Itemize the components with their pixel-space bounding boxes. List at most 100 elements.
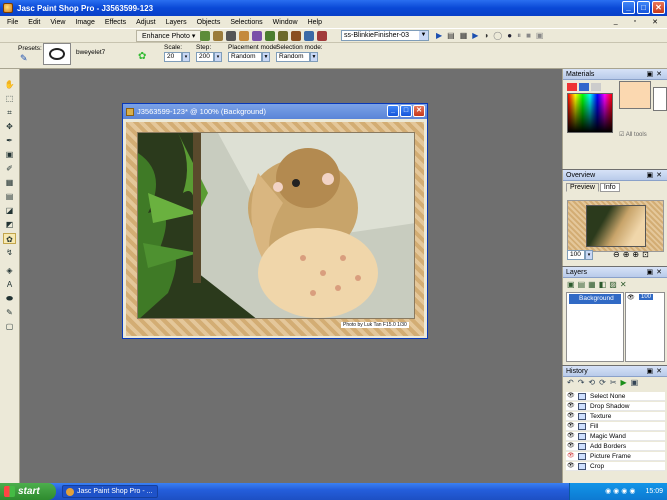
layer-row-background[interactable]: Background [569,294,621,304]
brush-preset-icon[interactable]: ✎ [20,53,28,64]
history-item[interactable]: 👁 Magic Wand [566,432,665,441]
retouch-tool-icon[interactable]: ▦ [3,177,16,188]
redo-icon[interactable]: ↷ [578,378,585,387]
air-brush-icon[interactable]: ↯ [3,247,16,258]
save-history-icon[interactable]: ▶ [621,378,627,387]
layer-visibility-icon[interactable]: 👁 [627,294,635,301]
image-minimize-button[interactable]: _ [387,105,399,117]
pan-tool-icon[interactable]: ✋ [3,79,16,90]
menu-view[interactable]: View [45,19,70,26]
new-layer-icon[interactable]: ▣ [567,280,575,289]
maximize-button[interactable]: □ [637,1,650,14]
overview-thumbnail[interactable] [567,200,664,252]
image-window[interactable]: J3563599-123* @ 100% (Background) _ □ ✕ [122,103,428,339]
foreground-swatch[interactable] [619,81,651,109]
layer-opacity[interactable]: 100 [639,294,654,300]
menu-help[interactable]: Help [303,19,327,26]
tray-icons[interactable]: ◉◉◉◉ [605,488,637,495]
all-tools-checkbox[interactable]: ☑ All tools [619,131,647,138]
chevron-down-icon[interactable]: ▼ [262,52,270,62]
new-vector-layer-icon[interactable]: ▤ [578,280,586,289]
save-script-icon[interactable]: ▣ [536,31,544,41]
image-canvas[interactable]: Photo by Luk Tan F15.0 1/30 [126,122,424,336]
zoom-spinner[interactable]: ▾ [585,250,593,260]
text-tool-icon[interactable]: A [3,279,16,290]
record-script-icon[interactable]: ● [507,31,512,41]
enhance-photo-button[interactable]: Enhance Photo ▾ [136,30,202,42]
panel-controls-icon[interactable]: ▣✕ [647,366,665,377]
color-balance-icon[interactable] [200,31,210,41]
stop-record-icon[interactable]: ■ [526,31,531,41]
frame-swatch-icon[interactable] [567,83,577,91]
swatches-tab-icon[interactable] [591,83,601,91]
image-window-title-bar[interactable]: J3563599-123* @ 100% (Background) [123,104,427,119]
selection-mode-select[interactable]: Random [276,52,310,62]
preset-shape-icon[interactable]: ⬬ [3,293,16,304]
history-item[interactable]: 👁 Add Borders [566,442,665,451]
menu-selections[interactable]: Selections [225,19,267,26]
pause-icon[interactable]: ⏸ [517,31,521,41]
flood-fill-icon[interactable]: ◈ [3,265,16,276]
tree-icon[interactable] [278,31,288,41]
landscape-icon[interactable] [265,31,275,41]
scale-spinner[interactable]: ▾ [182,52,190,62]
move-tool-icon[interactable]: ✥ [3,121,16,132]
rainbow-tab-icon[interactable] [579,83,589,91]
zoom-input[interactable]: 100 [567,250,585,260]
history-item[interactable]: 👁 Crop [566,462,665,471]
history-item[interactable]: 👁 Picture Frame [566,452,665,461]
menu-layers[interactable]: Layers [161,19,192,26]
object-selector-icon[interactable]: ▢ [3,321,16,332]
redo-to-icon[interactable]: ⟳ [599,378,606,387]
menu-window[interactable]: Window [268,19,303,26]
close-button[interactable]: ✕ [652,1,665,14]
history-options-icon[interactable]: ▣ [631,378,639,387]
tab-info[interactable]: Info [599,183,620,192]
run-script-icon[interactable]: ▶ [436,31,442,41]
chevron-down-icon[interactable]: ▼ [310,52,318,62]
dropper-tool-icon[interactable]: ✒ [3,135,16,146]
image-close-button[interactable]: ✕ [413,105,425,117]
clock[interactable]: 15:09 [645,488,663,495]
selection-tool-icon[interactable]: ⬚ [3,93,16,104]
sharpen-icon[interactable] [252,31,262,41]
history-item[interactable]: 👁 Drop Shadow [566,402,665,411]
run-selected-icon[interactable]: ▶ [472,31,478,41]
crop-tool-icon[interactable]: ⌗ [3,107,16,118]
contrast-icon[interactable] [213,31,223,41]
pen-tool-icon[interactable]: ✎ [3,307,16,318]
menu-adjust[interactable]: Adjust [131,19,160,26]
step-spinner[interactable]: ▾ [214,52,222,62]
menu-effects[interactable]: Effects [100,19,131,26]
clarify-icon[interactable] [239,31,249,41]
background-eraser-icon[interactable]: ◩ [3,219,16,230]
color-picker[interactable] [567,93,613,133]
panel-controls-icon[interactable]: ▣✕ [647,267,665,278]
edit-script-icon[interactable]: ▤ [447,31,455,41]
interactive-icon[interactable]: ◑ [483,31,488,41]
new-mask-icon[interactable]: ▦ [588,280,596,289]
panel-controls-icon[interactable]: ▣✕ [647,69,665,80]
scratch-remover-icon[interactable]: ▤ [3,191,16,202]
eraser-tool-icon[interactable]: ◪ [3,205,16,216]
panel-controls-icon[interactable]: ▣✕ [647,170,665,181]
zoom-controls-icon[interactable]: ⊖⊕⊕⊡ [613,250,652,259]
undo-icon[interactable]: ↶ [567,378,574,387]
layer-properties-list[interactable] [625,292,665,362]
mdi-close-icon[interactable]: ✕ [647,18,663,26]
start-button[interactable]: start [0,483,56,500]
minimize-button[interactable]: _ [622,1,635,14]
step-input[interactable]: 200 [196,52,214,62]
menu-file[interactable]: File [2,19,23,26]
paint-brush-icon[interactable]: ✐ [3,163,16,174]
record-icon[interactable] [317,31,327,41]
brush-preview[interactable] [43,43,71,65]
menu-image[interactable]: Image [70,19,99,26]
portrait-icon[interactable] [291,31,301,41]
adjustment-layer-icon[interactable]: ◧ [599,280,607,289]
menu-objects[interactable]: Objects [192,19,226,26]
image-maximize-button[interactable]: □ [400,105,412,117]
delete-layer-icon[interactable]: ✕ [620,280,627,289]
script-icon[interactable] [304,31,314,41]
red-eye-icon[interactable] [226,31,236,41]
